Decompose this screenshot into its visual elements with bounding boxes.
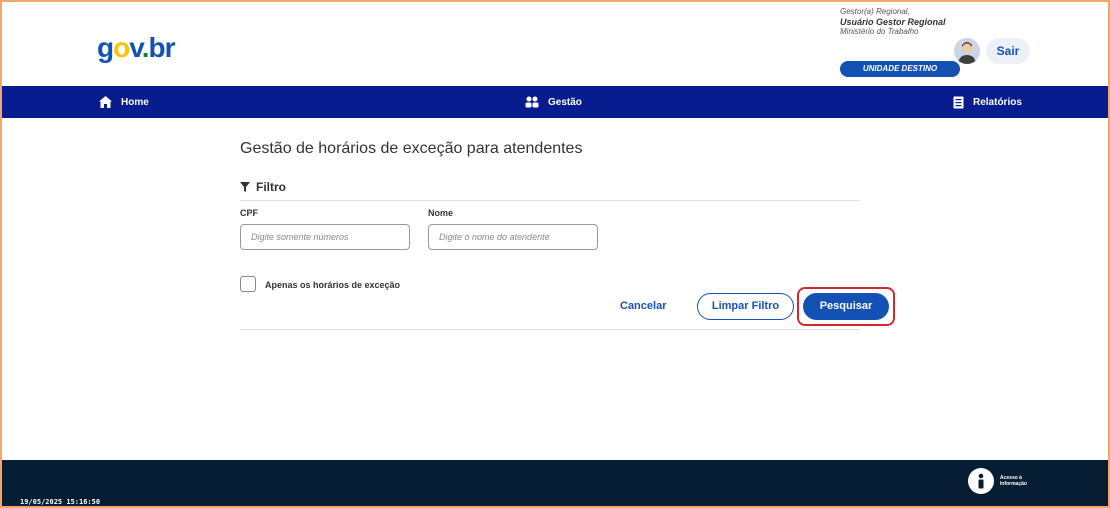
header: gov.br Gestor(a) Regional, Usuário Gesto… [2,2,1108,86]
divider [240,329,860,330]
nav-label-home: Home [121,96,149,108]
user-role: Gestor(a) Regional, [840,7,910,16]
user-name: Usuário Gestor Regional [840,17,946,27]
govbr-logo[interactable]: gov.br [97,32,176,64]
page-title: Gestão de horários de exceção para atend… [240,140,583,157]
filter-icon [240,182,250,192]
nav-item-gestao[interactable]: Gestão [525,86,582,118]
access-info-link[interactable]: Acesso à Informação [968,468,1040,494]
logout-button[interactable]: Sair [986,38,1030,64]
cpf-label: CPF [240,208,258,218]
nav-label-gestao: Gestão [548,96,582,108]
exception-only-label[interactable]: Apenas os horários de exceção [265,280,400,290]
main-nav: Home Gestão Relatórios [2,86,1108,118]
nome-input[interactable] [428,224,598,250]
home-icon [99,96,112,108]
app-frame: gov.br Gestor(a) Regional, Usuário Gesto… [0,0,1110,508]
users-icon [525,96,539,108]
clear-filter-button[interactable]: Limpar Filtro [697,293,794,320]
exception-only-checkbox[interactable] [240,276,256,292]
nav-item-home[interactable]: Home [99,86,149,118]
access-info-label: Acesso à Informação [1000,475,1027,487]
nav-label-relatorios: Relatórios [973,96,1022,108]
nome-label: Nome [428,208,454,218]
nav-item-relatorios[interactable]: Relatórios [953,86,1022,118]
user-avatar-icon [954,38,980,64]
info-icon [968,468,994,494]
cancel-button[interactable]: Cancelar [620,293,666,319]
search-button-highlight: Pesquisar [797,287,895,326]
avatar[interactable] [954,38,980,64]
filter-label: Filtro [256,180,286,194]
footer-datetime: 19/05/2025 15:16:50 [20,498,101,506]
user-org: Ministério do Trabalho [840,27,919,36]
user-info: Gestor(a) Regional, Usuário Gestor Regio… [840,7,960,37]
search-button[interactable]: Pesquisar [803,293,889,320]
filter-header: Filtro [240,180,286,194]
document-icon [953,96,964,108]
footer: 19/05/2025 15:16:50 Acesso à Informação [2,460,1108,506]
unit-badge[interactable]: UNIDADE DESTINO [840,61,960,77]
divider [240,200,860,201]
cpf-input[interactable] [240,224,410,250]
